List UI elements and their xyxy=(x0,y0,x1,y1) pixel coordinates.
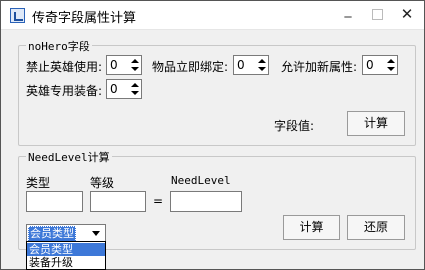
needlevel-calc-button[interactable]: 计算 xyxy=(283,215,340,240)
forbid-hero-label: 禁止英雄使用: xyxy=(26,60,103,74)
main-window: 传奇字段属性计算 _ ✕ noHero字段 禁止英雄使用: 0 物品立即绑定: … xyxy=(0,0,425,270)
spinner-up-arrow-icon[interactable] xyxy=(385,57,396,65)
spinner-value: 0 xyxy=(237,58,245,72)
spinner-down-arrow-icon[interactable] xyxy=(256,65,267,73)
needlevel-label: NeedLevel xyxy=(171,174,231,187)
window-title: 传奇字段属性计算 xyxy=(32,11,137,26)
reset-button[interactable]: 还原 xyxy=(347,215,405,240)
allow-new-attr-spinner[interactable]: 0 xyxy=(362,55,398,75)
spinner-up-arrow-icon[interactable] xyxy=(129,81,140,89)
hero-calc-button[interactable]: 计算 xyxy=(347,111,405,136)
hero-only-spinner[interactable]: 0 xyxy=(106,79,142,99)
combo-option-member-type[interactable]: 会员类型 xyxy=(27,243,105,256)
chevron-down-icon[interactable] xyxy=(89,226,104,240)
maximize-icon xyxy=(372,9,383,20)
type-combo[interactable]: 会员类型 xyxy=(26,224,106,242)
spinner-down-arrow-icon[interactable] xyxy=(129,89,140,97)
allow-new-attr-label: 允许加新属性: xyxy=(281,60,358,74)
bind-item-label: 物品立即绑定: xyxy=(152,60,229,74)
nohero-group-legend: noHero字段 xyxy=(26,38,92,54)
combo-selected-text: 会员类型 xyxy=(28,226,76,242)
combo-option-equip-upgrade[interactable]: 装备升级 xyxy=(27,256,105,269)
spinner-up-arrow-icon[interactable] xyxy=(256,57,267,65)
spinner-value: 0 xyxy=(366,58,374,72)
forbid-hero-spinner[interactable]: 0 xyxy=(106,55,142,75)
bind-item-spinner[interactable]: 0 xyxy=(233,55,269,75)
level-input[interactable] xyxy=(90,191,146,212)
maximize-button xyxy=(364,3,390,25)
needlevel-group-legend: NeedLevel计算 xyxy=(26,149,112,165)
spinner-down-arrow-icon[interactable] xyxy=(129,65,140,73)
close-icon: ✕ xyxy=(400,5,414,23)
type-label: 类型 xyxy=(26,176,51,190)
title-bar: 传奇字段属性计算 _ ✕ xyxy=(1,1,424,30)
minimize-icon: _ xyxy=(344,2,352,18)
hero-only-label: 英雄专用装备: xyxy=(26,84,103,98)
combo-dropdown-list: 会员类型 装备升级 xyxy=(26,241,106,270)
needlevel-output[interactable] xyxy=(170,191,242,212)
spinner-value: 0 xyxy=(110,58,118,72)
level-label: 等级 xyxy=(90,176,115,190)
field-value-label: 字段值: xyxy=(274,119,315,133)
spinner-up-arrow-icon[interactable] xyxy=(129,57,140,65)
type-input[interactable] xyxy=(26,191,83,212)
spinner-down-arrow-icon[interactable] xyxy=(385,65,396,73)
app-icon xyxy=(10,8,25,23)
minimize-button[interactable]: _ xyxy=(335,3,361,25)
spinner-value: 0 xyxy=(110,82,118,96)
equals-sign: = xyxy=(153,194,164,208)
close-button[interactable]: ✕ xyxy=(393,3,421,25)
